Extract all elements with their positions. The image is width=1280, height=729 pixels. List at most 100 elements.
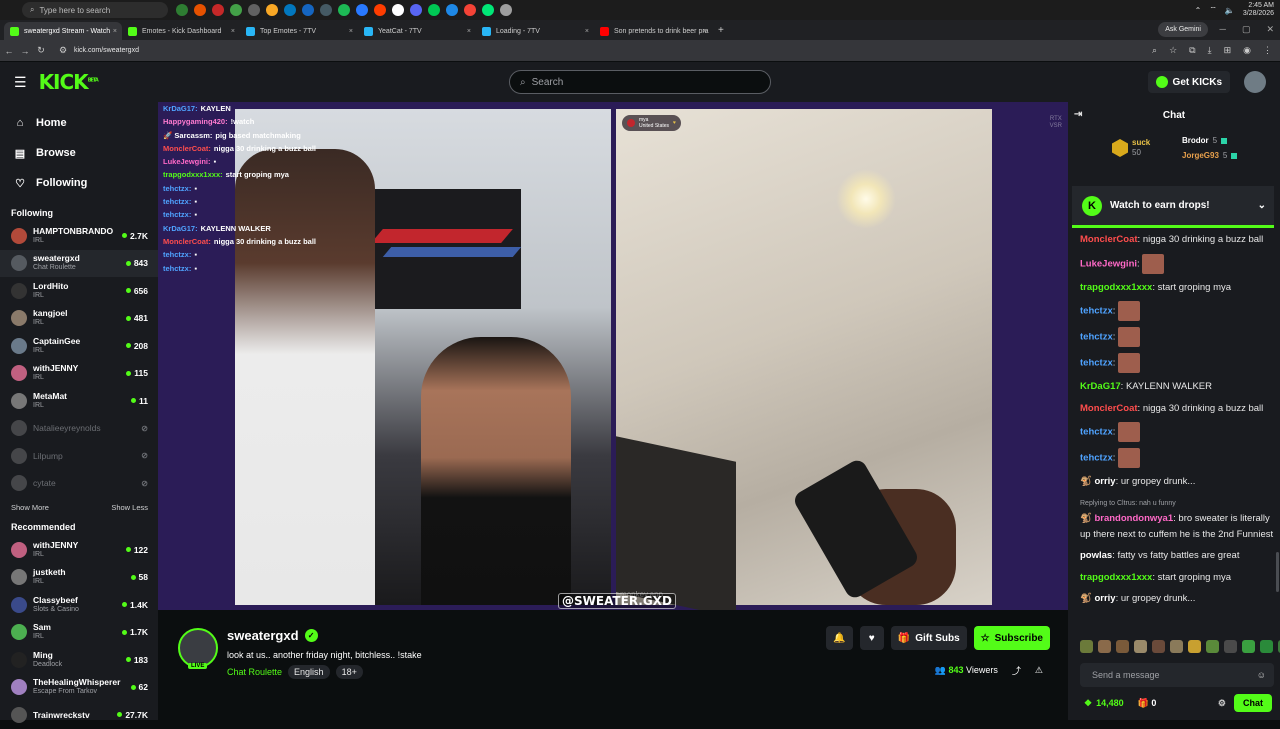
drops-banner[interactable]: K Watch to earn drops! ⌄ bbox=[1072, 186, 1274, 228]
channel-item[interactable]: HAMPTONBRANDO IRL 2.7K bbox=[0, 222, 158, 250]
chat-username[interactable]: MonclerCoat bbox=[1080, 403, 1138, 414]
hamburger-menu-icon[interactable]: ☰ bbox=[14, 74, 27, 91]
channel-item[interactable]: Trainwreckstv 27.7K bbox=[0, 701, 158, 729]
channel-item[interactable]: Sam IRL 1.7K bbox=[0, 619, 158, 647]
taskbar-app-icon[interactable] bbox=[284, 4, 296, 16]
emote-picker-icon[interactable] bbox=[1080, 640, 1093, 653]
taskbar-app-icon[interactable] bbox=[248, 4, 260, 16]
top-gifter-main[interactable]: suck 50 bbox=[1112, 138, 1150, 158]
chat-username[interactable]: trapgodxxx1xxx bbox=[1080, 282, 1152, 293]
chat-username[interactable]: MonclerCoat bbox=[1080, 234, 1138, 245]
collapse-chat-icon[interactable]: ⇥ bbox=[1074, 109, 1082, 120]
channel-item[interactable]: LordHito IRL 656 bbox=[0, 277, 158, 305]
category-link[interactable]: Chat Roulette bbox=[227, 667, 282, 677]
taskbar-search[interactable]: ⌕ Type here to search bbox=[22, 2, 168, 18]
channel-item[interactable]: MetaMat IRL 11 bbox=[0, 387, 158, 415]
chat-message[interactable]: 🐒 orriy: ur gropey drunk... bbox=[1080, 474, 1274, 490]
gifter-row[interactable]: JorgeG93 5 bbox=[1182, 151, 1238, 160]
taskbar-app-icon[interactable] bbox=[194, 4, 206, 16]
wifi-icon[interactable]: ⌔ bbox=[1209, 5, 1217, 15]
show-more-button[interactable]: Show More bbox=[11, 503, 49, 512]
browser-tab[interactable]: Top Emotes - 7TV × bbox=[240, 22, 358, 40]
taskbar-app-icon[interactable] bbox=[374, 4, 386, 16]
subscribe-button[interactable]: ☆ Subscribe bbox=[973, 626, 1050, 650]
channel-item[interactable]: withJENNY IRL 122 bbox=[0, 536, 158, 564]
channel-item[interactable]: kangjoel IRL 481 bbox=[0, 305, 158, 333]
chat-message[interactable]: 🐒 orriy: ur gropey drunk... bbox=[1080, 591, 1274, 607]
chat-message[interactable]: MonclerCoat: nigga 30 drinking a buzz ba… bbox=[1080, 232, 1274, 248]
maximize-icon[interactable]: ▢ bbox=[1242, 24, 1251, 35]
new-tab-button[interactable]: + bbox=[718, 25, 724, 36]
channel-item[interactable]: TheHealingWhisperer Escape From Tarkov 62 bbox=[0, 674, 158, 702]
zoom-icon[interactable]: ⌕ bbox=[1152, 45, 1157, 56]
user-avatar[interactable] bbox=[1244, 71, 1266, 93]
taskbar-app-icon[interactable] bbox=[446, 4, 458, 16]
ask-gemini-button[interactable]: Ask Gemini bbox=[1158, 22, 1208, 37]
chat-message[interactable]: trapgodxxx1xxx: start groping mya bbox=[1080, 280, 1274, 296]
tab-close-icon[interactable]: × bbox=[113, 28, 117, 35]
follow-heart-button[interactable]: ♥ bbox=[859, 626, 884, 650]
chat-message[interactable]: 🐒 brandondonwya1: bro sweater is literal… bbox=[1080, 511, 1274, 542]
chat-message[interactable]: trapgodxxx1xxx: start groping mya bbox=[1080, 570, 1274, 586]
taskbar-app-icon[interactable] bbox=[212, 4, 224, 16]
emote-picker-icon[interactable] bbox=[1116, 640, 1129, 653]
chat-username[interactable]: powlas bbox=[1080, 550, 1112, 561]
tab-close-icon[interactable]: × bbox=[703, 28, 707, 35]
chat-username[interactable]: orriy bbox=[1094, 476, 1115, 487]
emote-picker-icon[interactable] bbox=[1206, 640, 1219, 653]
chat-message[interactable]: tehctzx: bbox=[1080, 353, 1274, 373]
kicks-balance[interactable]: ❖ 14,480 bbox=[1084, 698, 1124, 709]
emote-picker-icon[interactable] bbox=[1224, 640, 1237, 653]
tab-close-icon[interactable]: × bbox=[467, 28, 471, 35]
sidebar-item-browse[interactable]: ▤ Browse bbox=[0, 138, 158, 168]
channel-item[interactable]: cytate ⊘ bbox=[0, 470, 158, 498]
back-icon[interactable]: ← bbox=[2, 46, 16, 56]
forward-icon[interactable]: → bbox=[18, 46, 32, 56]
taskbar-app-icon[interactable] bbox=[320, 4, 332, 16]
notification-bell-button[interactable]: 🔔 bbox=[826, 626, 853, 650]
channel-item[interactable]: justketh IRL 58 bbox=[0, 564, 158, 592]
browser-tab[interactable]: Emotes - Kick Dashboard × bbox=[122, 22, 240, 40]
minimize-icon[interactable]: ─ bbox=[1220, 24, 1226, 35]
gifter-row[interactable]: Brodor 5 bbox=[1182, 136, 1228, 145]
channel-item[interactable]: Classybeef Slots & Casino 1.4K bbox=[0, 591, 158, 619]
browser-tab[interactable]: YeatCat - 7TV × bbox=[358, 22, 476, 40]
emote-picker-icon[interactable] bbox=[1260, 640, 1273, 653]
browser-tab[interactable]: sweatergxd Stream - Watch × bbox=[4, 22, 122, 40]
reload-icon[interactable]: ↻ bbox=[34, 45, 48, 56]
channel-item[interactable]: sweatergxd Chat Roulette 843 bbox=[0, 249, 158, 277]
tag-mature[interactable]: 18+ bbox=[335, 665, 363, 679]
taskbar-app-icon[interactable] bbox=[176, 4, 188, 16]
tab-close-icon[interactable]: × bbox=[349, 28, 353, 35]
chat-message[interactable]: powlas: fatty vs fatty battles are great bbox=[1080, 548, 1274, 564]
chat-username[interactable]: trapgodxxx1xxx bbox=[1080, 572, 1152, 583]
taskbar-app-icon[interactable] bbox=[428, 4, 440, 16]
browser-tab[interactable]: Son pretends to drink beer pra × bbox=[594, 22, 712, 40]
show-less-button[interactable]: Show Less bbox=[111, 503, 148, 512]
taskbar-app-icon[interactable] bbox=[266, 4, 278, 16]
kick-logo[interactable]: KICKBETA bbox=[39, 70, 99, 94]
taskbar-app-icon[interactable] bbox=[230, 4, 242, 16]
close-icon[interactable]: ✕ bbox=[1266, 24, 1274, 35]
site-info-icon[interactable]: ⚙ bbox=[56, 45, 70, 56]
taskbar-app-icon[interactable] bbox=[356, 4, 368, 16]
taskbar-app-icon[interactable] bbox=[482, 4, 494, 16]
search-input[interactable]: ⌕ Search bbox=[509, 70, 771, 94]
channel-item[interactable]: Natalieeyreynolds ⊘ bbox=[0, 415, 158, 443]
emoji-icon[interactable]: ☺ bbox=[1257, 670, 1266, 680]
emote-picker-icon[interactable] bbox=[1134, 640, 1147, 653]
clock[interactable]: 2:45 AM 3/28/2026 bbox=[1243, 2, 1274, 18]
emote-picker-icon[interactable] bbox=[1152, 640, 1165, 653]
chat-message[interactable]: tehctzx: bbox=[1080, 422, 1274, 442]
taskbar-app-icon[interactable] bbox=[464, 4, 476, 16]
taskbar-app-icon[interactable] bbox=[302, 4, 314, 16]
taskbar-app-icon[interactable] bbox=[338, 4, 350, 16]
channel-item[interactable]: Ming Deadlock 183 bbox=[0, 646, 158, 674]
puzzle-icon[interactable]: ⊞ bbox=[1224, 45, 1232, 56]
taskbar-app-icon[interactable] bbox=[392, 4, 404, 16]
chat-username[interactable]: brandondonwya1 bbox=[1094, 513, 1173, 524]
chat-message[interactable]: MonclerCoat: nigga 30 drinking a buzz ba… bbox=[1080, 401, 1274, 417]
chat-username[interactable]: LukeJewgini bbox=[1080, 258, 1137, 269]
channel-item[interactable]: CaptainGee IRL 208 bbox=[0, 332, 158, 360]
bookmark-star-icon[interactable]: ☆ bbox=[1169, 45, 1177, 56]
